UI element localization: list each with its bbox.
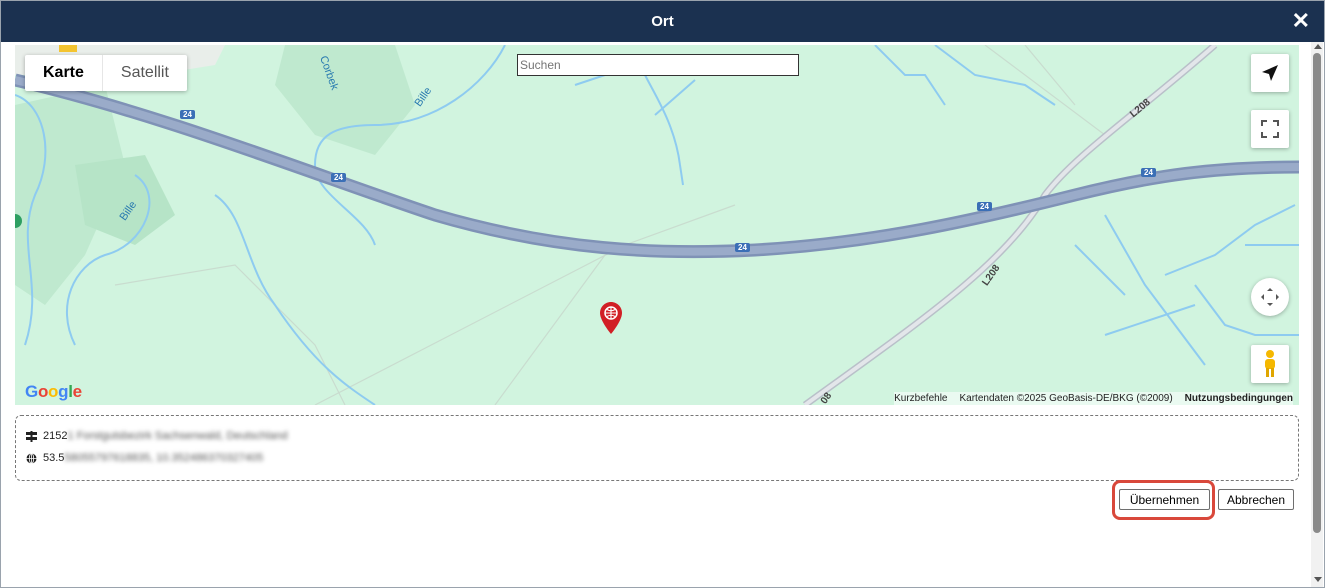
road-shield: 24: [735, 243, 750, 252]
navigation-button[interactable]: [1251, 54, 1289, 92]
address-prefix: 2152: [43, 430, 68, 442]
map-type-map-button[interactable]: Karte: [25, 55, 102, 91]
map-type-satellite-button[interactable]: Satellit: [101, 55, 187, 91]
camera-control-icon: [1261, 288, 1279, 306]
coords-blurred: 58055797618835, 10.352486370327405: [64, 452, 264, 464]
signpost-icon: [26, 430, 37, 442]
location-info-box: 21521 Forstgutsbezirk Sachsenwald, Deuts…: [15, 415, 1299, 481]
map-attribution: Kurzbefehle Kartendaten ©2025 GeoBasis-D…: [894, 392, 1293, 405]
map-canvas: [15, 45, 1299, 405]
location-dialog: Ort ✕ 24 24 24 24 24 L208 L208 08 Corbek…: [0, 0, 1325, 588]
navigation-arrow-icon: [1262, 65, 1278, 81]
address-blurred: 1 Forstgutsbezirk Sachsenwald, Deutschla…: [67, 430, 288, 442]
map-data-text: Kartendaten ©2025 GeoBasis-DE/BKG (©2009…: [959, 393, 1173, 404]
globe-icon: [26, 452, 37, 464]
scrollbar-thumb[interactable]: [1313, 53, 1321, 533]
terms-link[interactable]: Nutzungsbedingungen: [1185, 393, 1293, 404]
map-view[interactable]: 24 24 24 24 24 L208 L208 08 Corbek Bille…: [15, 45, 1299, 405]
google-logo: Google: [25, 382, 82, 401]
search-input[interactable]: [517, 54, 799, 76]
cancel-button[interactable]: Abbrechen: [1218, 489, 1294, 510]
road-shield: 24: [977, 202, 992, 211]
fullscreen-icon: [1261, 120, 1279, 138]
street-view-button[interactable]: [1251, 345, 1289, 383]
address-row: 21521 Forstgutsbezirk Sachsenwald, Deuts…: [26, 430, 288, 442]
close-icon[interactable]: ✕: [1292, 10, 1310, 32]
keyboard-shortcuts-link[interactable]: Kurzbefehle: [894, 393, 947, 404]
road-shield: 24: [180, 110, 195, 119]
fullscreen-button[interactable]: [1251, 110, 1289, 148]
scroll-up-icon[interactable]: [1314, 44, 1322, 49]
road-shield: 24: [331, 173, 346, 182]
camera-control-button[interactable]: [1251, 278, 1289, 316]
road-shield: 24: [1141, 168, 1156, 177]
scroll-down-icon[interactable]: [1314, 577, 1322, 582]
pegman-icon: [1265, 350, 1275, 377]
dialog-title: Ort: [651, 13, 674, 30]
coordinates-row: 53.558055797618835, 10.352486370327405: [26, 452, 263, 464]
dialog-titlebar: Ort ✕: [1, 1, 1324, 42]
map-type-control: Karte Satellit: [25, 55, 187, 91]
red-globe-pin-icon[interactable]: [600, 302, 622, 334]
coords-prefix: 53.5: [43, 452, 65, 464]
apply-button[interactable]: Übernehmen: [1119, 489, 1210, 510]
